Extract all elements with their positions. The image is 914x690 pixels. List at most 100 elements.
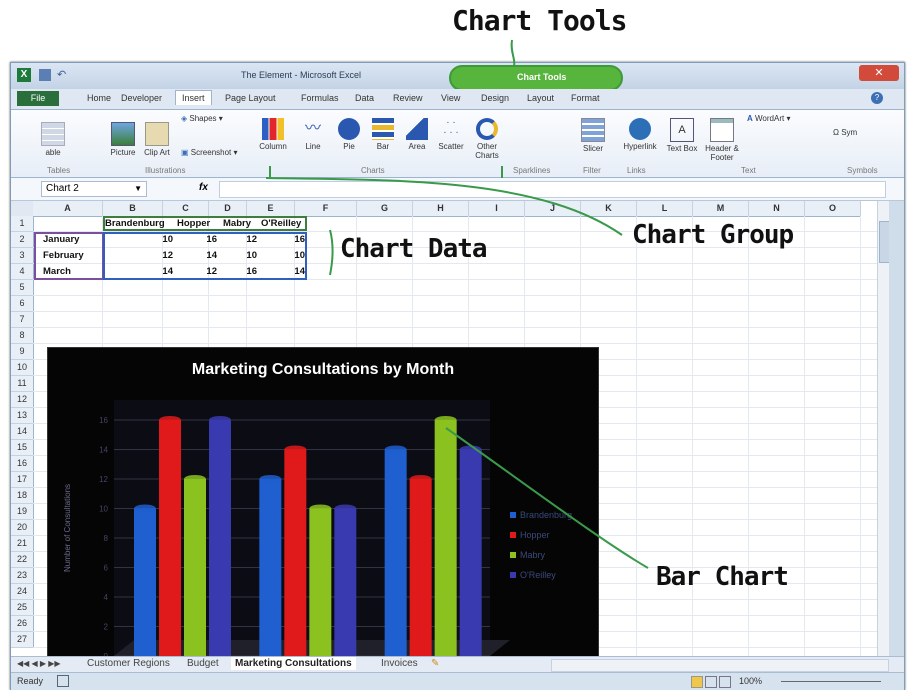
row-header-10[interactable]: 10	[11, 360, 34, 376]
tab-file[interactable]: File	[17, 91, 59, 106]
row-header-21[interactable]: 21	[11, 536, 34, 552]
row-header-5[interactable]: 5	[11, 280, 34, 296]
chart-tools-context-tab[interactable]: Chart Tools	[449, 65, 623, 91]
bar	[209, 420, 231, 656]
bar-chart[interactable]: Marketing Consultations by Month02468101…	[47, 347, 599, 656]
column-header-g[interactable]: G	[357, 201, 413, 217]
quick-access-undo-icon[interactable]: ↶	[57, 69, 69, 81]
row-header-7[interactable]: 7	[11, 312, 34, 328]
column-header-c[interactable]: C	[163, 201, 209, 217]
tab-review[interactable]: Review	[393, 93, 423, 103]
text-box-button[interactable]: A Text Box	[665, 118, 699, 153]
header-footer-button[interactable]: Header & Footer	[701, 118, 743, 162]
sheet-tab-budget[interactable]: Budget	[187, 658, 219, 669]
column-header-a[interactable]: A	[33, 201, 103, 217]
macro-record-icon[interactable]	[57, 675, 69, 687]
row-header-11[interactable]: 11	[11, 376, 34, 392]
row-header-12[interactable]: 12	[11, 392, 34, 408]
help-icon[interactable]: ?	[871, 92, 883, 104]
clip-art-button[interactable]: Clip Art	[139, 122, 175, 157]
row-header-13[interactable]: 13	[11, 408, 34, 424]
hyperlink-button[interactable]: Hyperlink	[617, 118, 663, 151]
row-header-6[interactable]: 6	[11, 296, 34, 312]
row-header-18[interactable]: 18	[11, 488, 34, 504]
column-header-b[interactable]: B	[103, 201, 163, 217]
column-header-d[interactable]: D	[209, 201, 247, 217]
horizontal-scrollbar[interactable]	[551, 659, 889, 672]
tab-formulas[interactable]: Formulas	[301, 93, 339, 103]
screenshot-button[interactable]: ▣ Screenshot ▾	[181, 148, 238, 157]
ribbon-tabs: File Home Developer Insert Page Layout F…	[11, 89, 904, 110]
row-header-23[interactable]: 23	[11, 568, 34, 584]
tab-data[interactable]: Data	[355, 93, 374, 103]
symbol-button[interactable]: Ω Sym	[833, 128, 857, 137]
column-header-h[interactable]: H	[413, 201, 469, 217]
row-header-8[interactable]: 8	[11, 328, 34, 344]
sheet-tab-marketing-consultations[interactable]: Marketing Consultations	[231, 657, 356, 670]
view-normal-icon[interactable]	[691, 676, 703, 688]
tab-layout[interactable]: Layout	[527, 93, 554, 103]
row-header-24[interactable]: 24	[11, 584, 34, 600]
wordart-button[interactable]: A WordArt ▾	[747, 114, 790, 123]
excel-logo-icon[interactable]: X	[17, 68, 31, 82]
tab-home[interactable]: Home	[87, 93, 111, 103]
row-header-17[interactable]: 17	[11, 472, 34, 488]
name-box[interactable]: Chart 2 ▼	[41, 181, 147, 197]
tab-developer[interactable]: Developer	[121, 93, 162, 103]
tab-design[interactable]: Design	[481, 93, 509, 103]
zoom-slider[interactable]	[781, 681, 881, 682]
column-header-o[interactable]: O	[805, 201, 861, 217]
annotation-chart-group: Chart Group	[632, 220, 794, 250]
row-header-9[interactable]: 9	[11, 344, 34, 360]
slicer-button[interactable]: Slicer	[573, 118, 613, 153]
close-window-button[interactable]: ✕	[859, 65, 899, 81]
view-page-layout-icon[interactable]	[705, 676, 717, 688]
row-header-27[interactable]: 27	[11, 632, 34, 648]
row-header-19[interactable]: 19	[11, 504, 34, 520]
vertical-scrollbar[interactable]	[877, 201, 889, 656]
sheet-tab-invoices[interactable]: Invoices	[381, 658, 418, 669]
row-header-15[interactable]: 15	[11, 440, 34, 456]
row-header-20[interactable]: 20	[11, 520, 34, 536]
row-header-14[interactable]: 14	[11, 424, 34, 440]
column-header-f[interactable]: F	[295, 201, 357, 217]
row-header-16[interactable]: 16	[11, 456, 34, 472]
other-charts-button[interactable]: Other Charts	[467, 118, 507, 160]
row-header-22[interactable]: 22	[11, 552, 34, 568]
row-header-2[interactable]: 2	[11, 232, 34, 248]
row-header-26[interactable]: 26	[11, 616, 34, 632]
sheet-nav-icon[interactable]: ◀◀ ◀ ▶ ▶▶	[17, 659, 61, 668]
shapes-button[interactable]: ◈ Shapes ▾	[181, 114, 223, 123]
tab-insert[interactable]: Insert	[175, 90, 212, 105]
formula-input[interactable]	[219, 181, 886, 198]
annotation-chart-data: Chart Data	[340, 234, 488, 264]
column-header-n[interactable]: N	[749, 201, 805, 217]
new-sheet-icon[interactable]: ✎	[431, 658, 439, 669]
column-header-e[interactable]: E	[247, 201, 295, 217]
tab-view[interactable]: View	[441, 93, 460, 103]
row-header-3[interactable]: 3	[11, 248, 34, 264]
scroll-thumb[interactable]	[879, 221, 889, 263]
sheet-tab-customer-regions[interactable]: Customer Regions	[87, 658, 170, 669]
table-button[interactable]: able	[33, 122, 73, 157]
function-button[interactable]: fx	[199, 182, 208, 193]
tab-format[interactable]: Format	[571, 93, 600, 103]
tab-page-layout[interactable]: Page Layout	[225, 93, 276, 103]
column-header-m[interactable]: M	[693, 201, 749, 217]
group-illustrations: Illustrations	[145, 166, 186, 175]
view-page-break-icon[interactable]	[719, 676, 731, 688]
select-all-corner[interactable]	[11, 201, 34, 217]
column-header-l[interactable]: L	[637, 201, 693, 217]
column-header-j[interactable]: J	[525, 201, 581, 217]
row-header-25[interactable]: 25	[11, 600, 34, 616]
column-header-i[interactable]: I	[469, 201, 525, 217]
row-header-1[interactable]: 1	[11, 216, 34, 232]
column-chart-button[interactable]: Column	[253, 118, 293, 151]
column-header-k[interactable]: K	[581, 201, 637, 217]
zoom-level[interactable]: 100%	[739, 676, 762, 686]
scatter-chart-button[interactable]: · · · · · Scatter	[431, 118, 471, 152]
row-header-4[interactable]: 4	[11, 264, 34, 280]
quick-access-save-icon[interactable]	[39, 69, 51, 81]
picture-button[interactable]: Picture	[103, 122, 143, 157]
line-chart-button[interactable]: 〰 Line	[293, 118, 333, 151]
